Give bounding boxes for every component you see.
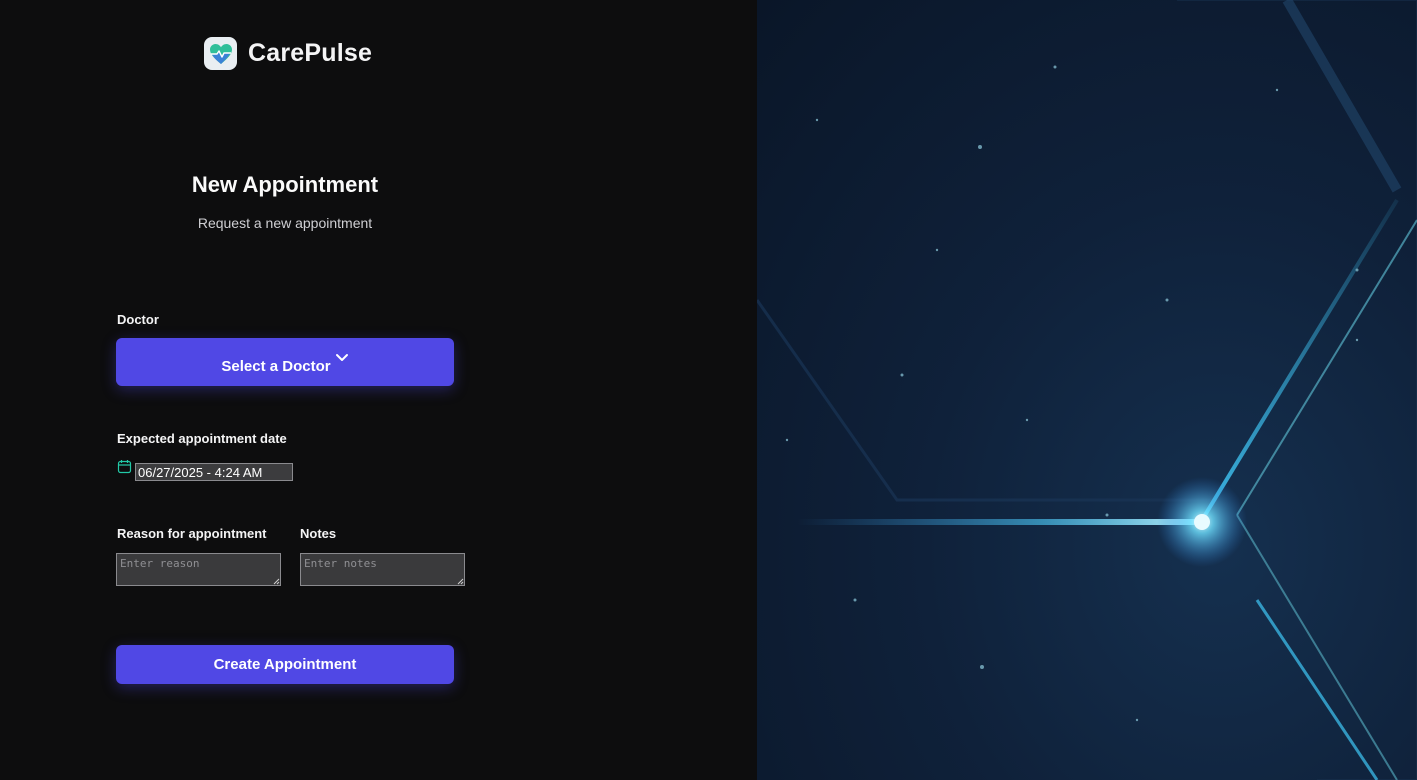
notes-textarea[interactable]	[300, 553, 465, 586]
decorative-hex-background	[757, 0, 1417, 780]
page-subtitle: Request a new appointment	[197, 215, 373, 231]
appointment-date-input[interactable]	[135, 463, 293, 481]
doctor-select-value: Select a Doctor	[221, 357, 331, 375]
hexagon-glow-illustration	[757, 0, 1417, 780]
chevron-down-icon	[335, 353, 349, 363]
brand: CarePulse	[204, 37, 372, 70]
brand-name: CarePulse	[248, 39, 373, 67]
resize-grip-icon[interactable]	[273, 578, 280, 585]
date-field	[117, 459, 293, 481]
notes-label: Notes	[300, 526, 337, 541]
notes-field	[300, 553, 465, 586]
resize-grip-icon[interactable]	[457, 578, 464, 585]
reason-field	[116, 553, 281, 586]
page-title: New Appointment	[191, 172, 379, 197]
reason-textarea[interactable]	[116, 553, 281, 586]
reason-label: Reason for appointment	[117, 526, 267, 541]
form-panel: CarePulse New Appointment Request a new …	[0, 0, 757, 780]
calendar-icon[interactable]	[117, 459, 132, 479]
heart-pulse-icon	[204, 37, 237, 70]
doctor-label: Doctor	[117, 312, 159, 327]
doctor-select[interactable]: Select a Doctor	[116, 338, 454, 386]
create-appointment-button[interactable]: Create Appointment	[116, 645, 454, 684]
date-label: Expected appointment date	[117, 431, 287, 446]
